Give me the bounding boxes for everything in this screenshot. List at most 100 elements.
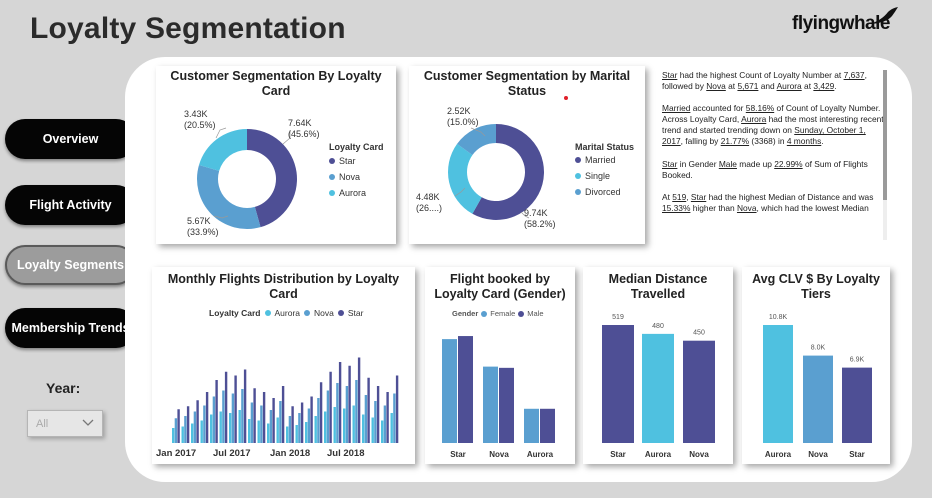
bar-star-10[interactable] [262,392,266,443]
bar-nova-14[interactable] [298,413,301,443]
bar-star-16[interactable] [319,382,323,443]
bar-aurora[interactable] [642,333,674,443]
legend-star[interactable]: Star [329,156,356,166]
bar-star-6[interactable] [224,371,228,443]
bar-nova-16[interactable] [317,398,320,443]
bar-aurora-23[interactable] [381,420,384,444]
bar-star-female[interactable] [442,339,457,443]
slice-aurora[interactable] [198,129,247,171]
bar-star-23[interactable] [386,392,389,443]
bar-star-male[interactable] [458,336,473,443]
bar-nova-1[interactable] [174,418,178,443]
bar-star-9[interactable] [253,388,256,443]
bar-nova-3[interactable] [193,411,197,444]
bar-star-11[interactable] [272,398,275,443]
bar-star-15[interactable] [310,396,313,444]
bar-aurora-6[interactable] [219,411,222,444]
legend-married[interactable]: Married [575,155,616,165]
bar-star-3[interactable] [196,400,199,443]
bar-nova-9[interactable] [250,402,254,444]
bar-aurora-13[interactable] [286,426,289,444]
bar-star[interactable] [842,367,872,443]
nav-flight-activity-button[interactable]: Flight Activity [5,185,136,225]
bar-aurora-4[interactable] [200,420,203,444]
narrative-scrollbar[interactable] [883,70,887,200]
bar-star-22[interactable] [376,386,380,443]
bar-star-21[interactable] [367,377,370,443]
bar-star-13[interactable] [291,406,294,443]
bar-star-7[interactable] [234,375,237,444]
nav-loyalty-segments-button[interactable]: Loyalty Segments [5,245,136,285]
bar-star-24[interactable] [395,375,399,444]
bar-aurora-24[interactable] [390,413,393,443]
bar-nova-20[interactable] [355,380,358,443]
bar-aurora-21[interactable] [362,414,365,444]
data-label: 6.9K [850,357,865,364]
bar-nova-4[interactable] [203,405,206,444]
nav-overview-button[interactable]: Overview [5,119,136,159]
legend-aurora[interactable]: Aurora [329,188,366,198]
bar-nova-17[interactable] [326,390,330,444]
bar-aurora-7[interactable] [229,413,232,443]
bar-nova-24[interactable] [393,393,396,444]
bar-nova-female[interactable] [483,366,498,443]
bar-nova-13[interactable] [288,416,292,443]
bar-aurora-16[interactable] [314,416,317,443]
bar-nova-6[interactable] [222,390,225,444]
bar-aurora-female[interactable] [524,408,539,443]
bar-aurora-8[interactable] [238,410,241,443]
bar-nova-7[interactable] [231,393,235,444]
legend-divorced[interactable]: Divorced [575,187,621,197]
bar-aurora-11[interactable] [267,423,270,444]
bar-nova-23[interactable] [383,405,387,444]
bar-aurora-20[interactable] [352,405,355,444]
bar-nova[interactable] [803,355,833,443]
bar-nova-22[interactable] [374,401,377,443]
bar-aurora-19[interactable] [343,408,346,444]
bar-nova-19[interactable] [345,386,349,443]
legend-single[interactable]: Single [575,171,610,181]
bar-aurora-male[interactable] [540,408,555,443]
bar-aurora-15[interactable] [305,422,308,443]
bar-aurora-2[interactable] [181,426,184,444]
bar-star-14[interactable] [300,402,304,444]
bar-star-8[interactable] [243,369,247,444]
bar-nova-2[interactable] [184,416,187,443]
nav-membership-trends-button[interactable]: Membership Trends [5,308,136,348]
bar-nova-15[interactable] [307,408,311,444]
bar-nova[interactable] [683,340,715,443]
legend-nova[interactable]: Nova [329,172,360,182]
bar-star-4[interactable] [205,392,209,443]
bar-nova-18[interactable] [336,383,339,443]
bar-aurora-22[interactable] [371,417,374,444]
bar-aurora-9[interactable] [248,419,251,443]
bar-star-12[interactable] [281,386,285,443]
slice-single[interactable] [448,143,482,214]
bar-aurora[interactable] [763,325,793,443]
bar-nova-male[interactable] [499,367,514,443]
bar-star-20[interactable] [357,357,361,444]
bar-nova-8[interactable] [241,389,244,443]
bar-nova-21[interactable] [364,395,368,443]
bar-nova-12[interactable] [279,401,282,443]
bar-aurora-10[interactable] [257,420,260,444]
bar-aurora-5[interactable] [210,414,213,444]
bar-star-2[interactable] [186,406,190,443]
bar-aurora-3[interactable] [191,423,194,444]
bar-star-19[interactable] [348,365,351,443]
marital-legend-title: Marital Status [575,142,635,152]
bar-aurora-1[interactable] [172,428,175,443]
bar-aurora-18[interactable] [333,407,336,443]
bar-star[interactable] [602,325,634,443]
bar-star-17[interactable] [329,371,332,443]
bar-aurora-14[interactable] [295,425,298,443]
bar-nova-5[interactable] [212,396,216,444]
bar-nova-11[interactable] [269,410,273,443]
bar-aurora-12[interactable] [276,417,279,444]
bar-star-1[interactable] [177,409,180,443]
bar-star-18[interactable] [338,362,342,443]
year-filter-dropdown[interactable]: All [27,410,103,437]
bar-aurora-17[interactable] [324,411,327,444]
bar-star-5[interactable] [215,380,218,443]
bar-nova-10[interactable] [260,405,263,444]
